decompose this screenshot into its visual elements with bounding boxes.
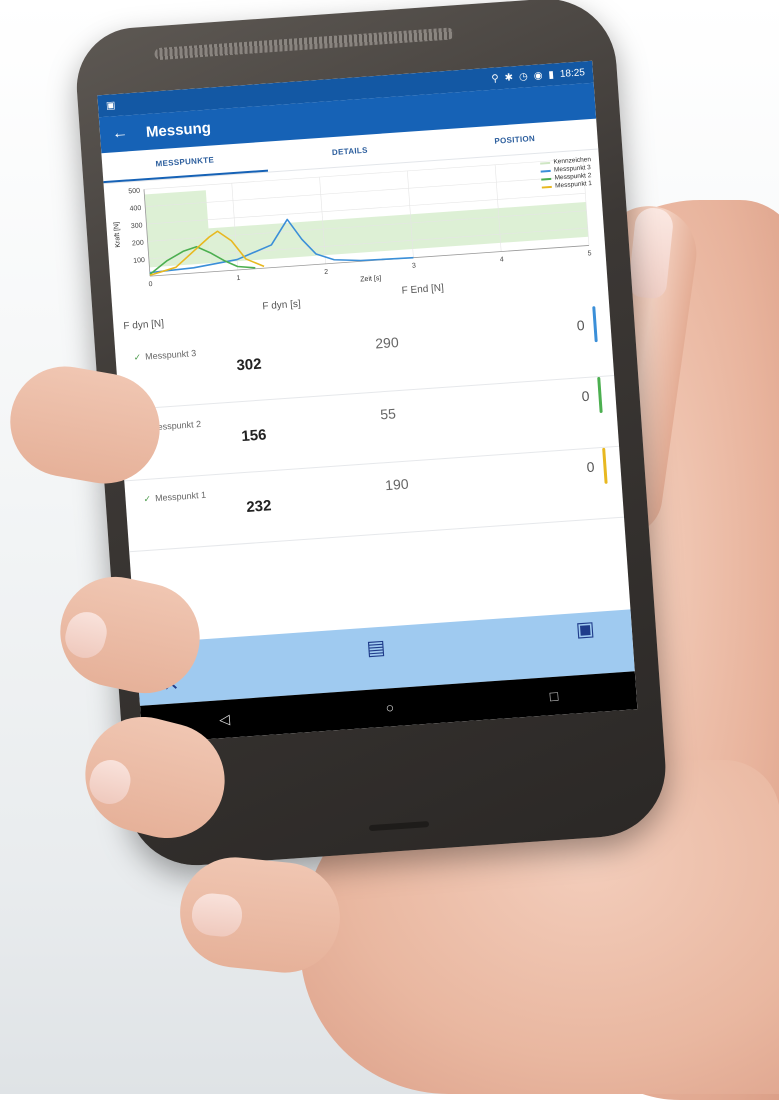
y-tick-label: 200 [132, 240, 144, 248]
row-fend: 290 [374, 333, 400, 352]
y-tick-label: 100 [133, 257, 145, 265]
x-tick-label: 1 [236, 275, 240, 282]
battery-icon: ▮ [548, 68, 555, 81]
column-fdyn-s: F dyn [s] [262, 298, 302, 313]
row-fdyn: 232 [245, 497, 272, 516]
alarm-icon: ◷ [518, 70, 529, 83]
row-color-bar [602, 447, 608, 484]
grid-line [145, 175, 585, 207]
clipboard-icon[interactable]: ▤ [366, 635, 387, 661]
column-fend-n: F End [N] [401, 282, 445, 297]
row-fend: 55 [379, 405, 397, 423]
x-tick-label: 0 [148, 281, 152, 288]
page-title: Messung [145, 119, 212, 141]
wifi-icon: ◉ [533, 69, 543, 82]
recents-square-icon[interactable]: □ [549, 688, 559, 705]
sim-icon: ▣ [105, 99, 116, 112]
x-tick-label: 2 [324, 269, 328, 276]
tolerance-band [144, 190, 211, 268]
y-tick-label: 400 [129, 205, 141, 213]
location-icon: ⚲ [491, 72, 500, 85]
y-tick-label: 500 [128, 188, 140, 196]
row-fend: 190 [384, 475, 410, 494]
column-fdyn-n: F dyn [N] [123, 318, 165, 333]
y-axis-label: Kraft [N] [113, 222, 122, 248]
row-count: 0 [586, 458, 595, 476]
row-name: ✓ Messpunkt 3 [133, 348, 197, 363]
check-icon: ✓ [133, 351, 142, 363]
phone-port [368, 820, 430, 832]
row-count: 0 [581, 387, 591, 405]
back-arrow-icon[interactable]: ← [111, 124, 128, 143]
check-icon: ✓ [143, 493, 152, 505]
row-color-bar [592, 306, 598, 343]
chart-legend: Kennzeichen Messpunkt 3 Messpunkt 2 Mess… [540, 156, 593, 191]
row-name: ✓ Messpunkt 1 [143, 489, 207, 505]
y-tick-label: 300 [131, 222, 143, 230]
tolerance-band [208, 202, 589, 264]
x-tick-label: 3 [412, 263, 416, 270]
row-fdyn: 302 [235, 355, 263, 375]
x-tick-label: 4 [500, 256, 504, 263]
back-triangle-icon[interactable]: ◁ [219, 710, 231, 728]
status-time: 18:25 [559, 66, 586, 80]
row-count: 0 [576, 316, 586, 334]
home-circle-icon[interactable]: ○ [385, 699, 395, 716]
row-color-bar [597, 376, 603, 414]
x-axis-label: Zeit [s] [360, 275, 381, 283]
phone-speaker [154, 27, 455, 61]
x-tick-label: 5 [587, 250, 591, 257]
row-fdyn: 156 [240, 426, 268, 446]
bluetooth-icon: ✱ [504, 71, 514, 84]
save-icon[interactable]: ▣ [575, 616, 596, 642]
